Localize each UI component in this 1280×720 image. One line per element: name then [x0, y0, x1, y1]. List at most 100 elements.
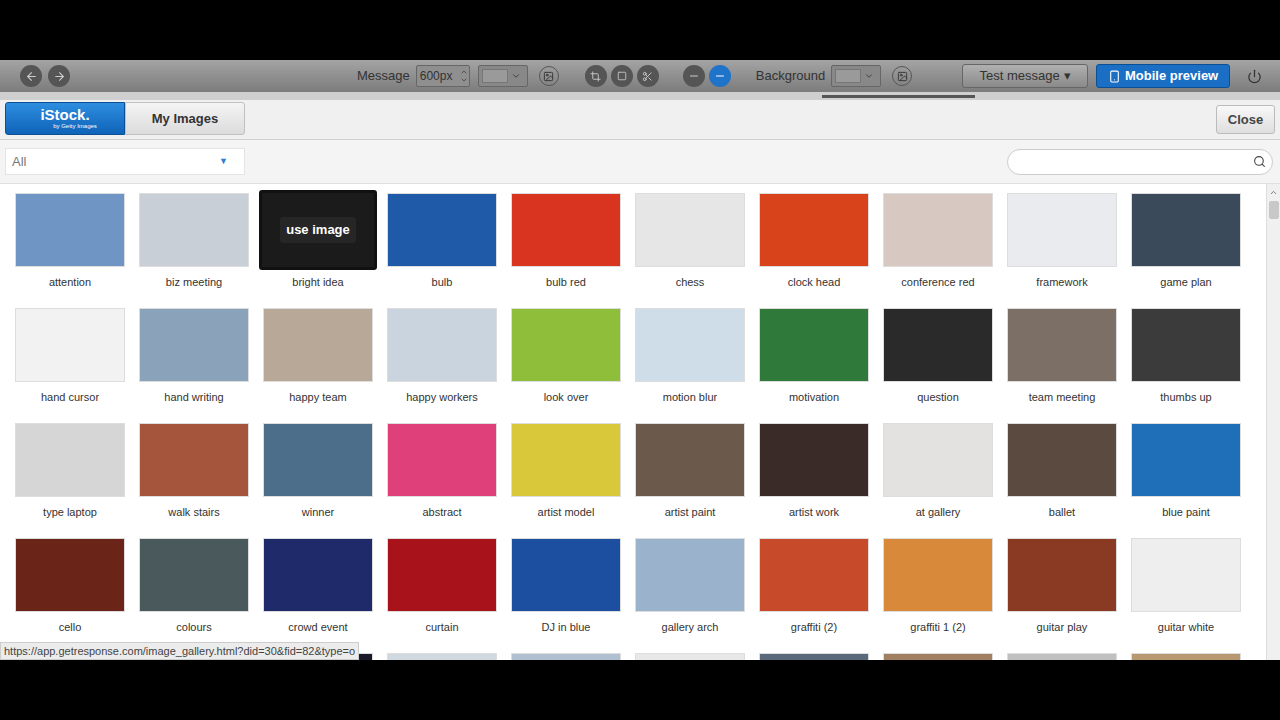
image-thumbnail[interactable]: [1131, 193, 1241, 267]
image-thumbnail[interactable]: [511, 193, 621, 267]
image-thumbnail[interactable]: [263, 423, 373, 497]
image-card[interactable]: winner: [256, 423, 380, 538]
image-card[interactable]: type laptop: [8, 423, 132, 538]
image-card[interactable]: motion blur: [628, 308, 752, 423]
image-card[interactable]: use imagebright idea: [256, 193, 380, 308]
category-dropdown[interactable]: All▼: [5, 148, 245, 175]
mobile-preview-button[interactable]: Mobile preview: [1096, 64, 1230, 88]
image-card[interactable]: game plan: [1124, 193, 1248, 308]
image-thumbnail[interactable]: [15, 193, 125, 267]
image-card[interactable]: attention: [8, 193, 132, 308]
image-thumbnail[interactable]: [759, 538, 869, 612]
image-card[interactable]: biz meeting: [132, 193, 256, 308]
expand-button[interactable]: [709, 65, 731, 87]
image-thumbnail[interactable]: [387, 423, 497, 497]
image-card[interactable]: happy workers: [380, 308, 504, 423]
image-card[interactable]: ballet: [1000, 423, 1124, 538]
image-thumbnail[interactable]: [635, 193, 745, 267]
image-card[interactable]: walk stairs: [132, 423, 256, 538]
redo-button[interactable]: [48, 65, 70, 87]
image-thumbnail[interactable]: [139, 308, 249, 382]
scrollbar-thumb[interactable]: [1269, 201, 1279, 219]
use-image-button[interactable]: use image: [280, 217, 356, 243]
image-thumbnail[interactable]: [511, 308, 621, 382]
image-card[interactable]: hand writing: [132, 308, 256, 423]
image-thumbnail[interactable]: [759, 193, 869, 267]
image-thumbnail[interactable]: [635, 538, 745, 612]
image-card[interactable]: DJ in blue: [504, 538, 628, 653]
image-card[interactable]: framework: [1000, 193, 1124, 308]
image-card[interactable]: hand cursor: [8, 308, 132, 423]
cut-button[interactable]: [637, 65, 659, 87]
image-card[interactable]: cello: [8, 538, 132, 653]
image-card[interactable]: gallery arch: [628, 538, 752, 653]
image-card[interactable]: team meeting: [1000, 308, 1124, 423]
image-card[interactable]: graffiti 1 (2): [876, 538, 1000, 653]
image-thumbnail[interactable]: [511, 653, 621, 660]
image-card[interactable]: bulb: [380, 193, 504, 308]
image-card[interactable]: guitar white: [1124, 538, 1248, 653]
close-button[interactable]: Close: [1216, 105, 1275, 134]
image-thumbnail[interactable]: [511, 538, 621, 612]
image-thumbnail[interactable]: [1131, 538, 1241, 612]
image-card[interactable]: artist paint: [628, 423, 752, 538]
image-card[interactable]: conference red: [876, 193, 1000, 308]
test-message-button[interactable]: Test message▾: [962, 64, 1088, 88]
image-card[interactable]: abstract: [380, 423, 504, 538]
image-card[interactable]: happy team: [256, 308, 380, 423]
image-thumbnail[interactable]: [1007, 653, 1117, 660]
background-color-dropdown[interactable]: [831, 65, 881, 87]
image-card[interactable]: crowd event: [256, 538, 380, 653]
image-thumbnail[interactable]: [263, 538, 373, 612]
scrollbar[interactable]: [1266, 184, 1280, 660]
background-image-button[interactable]: [892, 66, 912, 86]
image-thumbnail[interactable]: [1007, 538, 1117, 612]
image-thumbnail[interactable]: [1131, 308, 1241, 382]
image-card[interactable]: colours: [132, 538, 256, 653]
power-button[interactable]: [1244, 66, 1264, 86]
image-thumbnail[interactable]: [759, 308, 869, 382]
image-thumbnail[interactable]: [139, 423, 249, 497]
source-tab[interactable]: My Images: [125, 102, 245, 135]
image-thumbnail[interactable]: [635, 308, 745, 382]
image-thumbnail[interactable]: [15, 423, 125, 497]
image-thumbnail[interactable]: [883, 653, 993, 660]
search-input[interactable]: [1007, 149, 1273, 175]
image-card[interactable]: at gallery: [876, 423, 1000, 538]
message-width-input[interactable]: 600px: [416, 65, 470, 87]
image-thumbnail[interactable]: [635, 653, 745, 660]
spin-down-icon[interactable]: [460, 76, 468, 84]
image-thumbnail[interactable]: [15, 538, 125, 612]
image-thumbnail[interactable]: [387, 653, 497, 660]
image-thumbnail[interactable]: [1007, 193, 1117, 267]
image-thumbnail[interactable]: [1007, 423, 1117, 497]
image-card[interactable]: guitar play: [1000, 538, 1124, 653]
image-thumbnail[interactable]: [1131, 653, 1241, 660]
image-thumbnail[interactable]: [1007, 308, 1117, 382]
undo-button[interactable]: [20, 65, 42, 87]
image-thumbnail[interactable]: [635, 423, 745, 497]
image-thumbnail[interactable]: use image: [259, 190, 377, 270]
image-thumbnail[interactable]: [15, 308, 125, 382]
image-card[interactable]: curtain: [380, 538, 504, 653]
fill-button[interactable]: [611, 65, 633, 87]
image-thumbnail[interactable]: [1131, 423, 1241, 497]
image-thumbnail[interactable]: [387, 538, 497, 612]
image-card[interactable]: graffiti (2): [752, 538, 876, 653]
image-thumbnail[interactable]: [759, 653, 869, 660]
image-card[interactable]: thumbs up: [1124, 308, 1248, 423]
image-thumbnail[interactable]: [263, 308, 373, 382]
image-card[interactable]: motivation: [752, 308, 876, 423]
message-image-button[interactable]: [539, 66, 559, 86]
image-card[interactable]: question: [876, 308, 1000, 423]
shrink-button[interactable]: [683, 65, 705, 87]
image-card[interactable]: artist work: [752, 423, 876, 538]
border-button[interactable]: [585, 65, 607, 87]
image-thumbnail[interactable]: [759, 423, 869, 497]
image-thumbnail[interactable]: [387, 308, 497, 382]
image-card[interactable]: chess: [628, 193, 752, 308]
image-thumbnail[interactable]: [883, 193, 993, 267]
image-thumbnail[interactable]: [883, 308, 993, 382]
image-card[interactable]: blue paint: [1124, 423, 1248, 538]
image-thumbnail[interactable]: [387, 193, 497, 267]
